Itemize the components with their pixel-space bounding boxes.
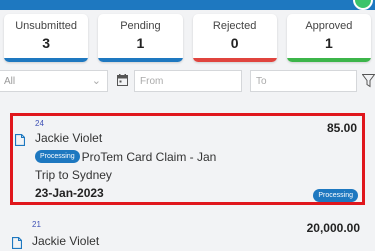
document-icon [15,134,25,146]
summary-card-pending[interactable]: Pending 1 [98,14,183,62]
from-date-placeholder: From [140,76,164,87]
claim-date: 23-Jan-2023 [35,186,104,200]
claimant-name: Jackie Violet [35,131,103,145]
claim-description: Trip to Sydney [35,168,112,182]
summary-card-approved[interactable]: Approved 1 [286,14,371,62]
card-color-bar [4,58,89,62]
summary-card-rejected[interactable]: Rejected 0 [192,14,277,62]
document-icon [12,237,22,249]
status-badge: Processing [313,189,358,202]
funnel-icon[interactable] [362,74,375,88]
card-color-bar [192,58,277,62]
card-count: 3 [42,35,51,51]
claimant-name: Jackie Violet [32,234,100,248]
claim-number: 24 [35,119,44,128]
summary-card-unsubmitted[interactable]: Unsubmitted 3 [4,14,89,62]
claim-list-item[interactable]: 24 Jackie Violet 85.00 Processing ProTem … [10,113,365,205]
claim-amount: 20,000.00 [306,221,360,235]
chevron-down-icon: ⌄ [91,75,101,87]
claim-title: ProTem Card Claim - Jan [81,149,217,164]
card-color-bar [286,58,371,62]
status-select-value: All [4,76,16,87]
summary-cards: Unsubmitted 3 Pending 1 Rejected 0 Appro… [4,14,371,62]
claim-number: 21 [32,220,41,229]
filter-bar: All ⌄ From To [0,70,375,92]
card-count: 1 [136,35,145,51]
claim-amount: 85.00 [326,121,357,135]
card-label: Unsubmitted [15,20,77,32]
card-count: 1 [324,35,333,51]
card-label: Approved [305,20,353,32]
card-label: Rejected [212,20,257,32]
status-select[interactable]: All ⌄ [0,70,108,92]
app-header-bar [0,0,375,10]
to-date-placeholder: To [256,76,267,87]
card-label: Pending [120,20,161,32]
status-badge: Processing [35,150,80,164]
to-date-input[interactable]: To [250,70,357,92]
claim-title-row: Processing ProTem Card Claim - Jan [35,149,216,164]
from-date-input[interactable]: From [134,70,242,92]
claim-list-item[interactable]: 21 Jackie Violet 20,000.00 [10,216,365,251]
card-color-bar [98,58,183,62]
calendar-icon[interactable] [117,74,128,86]
card-count: 0 [230,35,239,51]
